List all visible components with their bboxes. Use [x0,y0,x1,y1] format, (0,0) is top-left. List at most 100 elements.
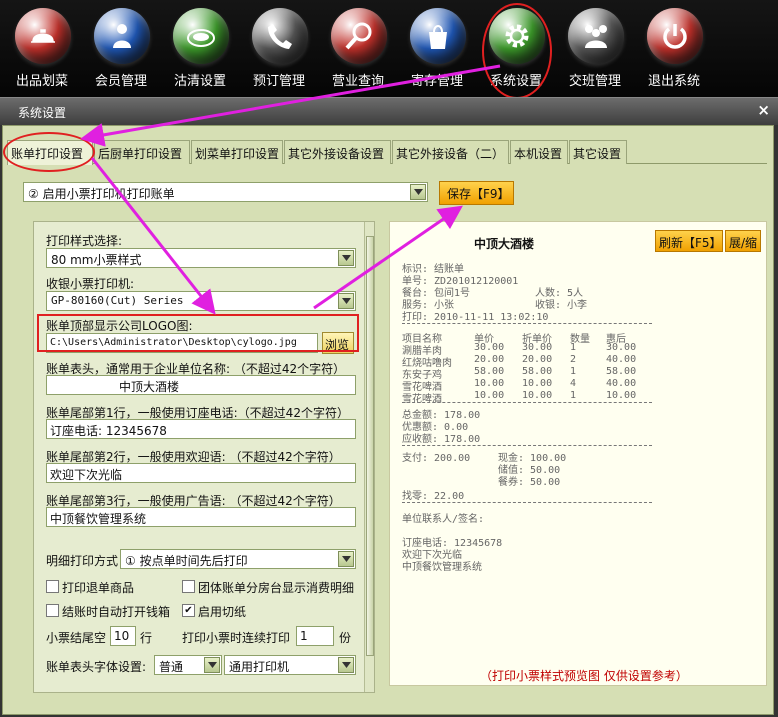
toolbar-button-label: 出品划菜 [15,74,68,89]
chevron-down-icon [338,293,354,309]
tab-bill-print[interactable]: 账单打印设置 [7,140,93,165]
font-printer-select[interactable]: 通用打印机 [224,655,356,675]
printer-select-value: GP-80160(Cut) Series [51,294,184,307]
receipt-item-cell: 30.00 [522,342,553,353]
receipt-item-cell: 10.00 [522,378,553,389]
receipt-item-cell: 2 [570,354,577,365]
return-items-label: 打印退单商品 [62,581,135,595]
toolbar-button[interactable]: 出品划菜 [4,0,80,97]
toolbar-button[interactable]: 交班管理 [557,0,633,97]
tab-kitchen-print[interactable]: 后厨单打印设置 [94,140,190,164]
bag-icon [410,8,466,64]
receipt-item-cell: 1 [570,342,577,353]
blank-lines-unit: 行 [140,631,153,645]
chevron-down-icon [338,657,354,673]
plate-icon [173,8,229,64]
group-bill-label: 团体账单分房台显示消费明细 [198,581,355,595]
toolbar-button[interactable]: 寄存管理 [399,0,475,97]
cloche-icon [15,8,71,64]
copies-unit: 份 [339,631,352,645]
save-button[interactable]: 保存【F9】 [439,181,514,205]
open-drawer-checkbox[interactable] [46,604,59,617]
receipt-change: 找零: 22.00 [402,491,465,502]
tab-other[interactable]: 其它设置 [569,140,627,164]
tab-local[interactable]: 本机设置 [510,140,568,164]
close-icon[interactable]: × [757,101,770,119]
footer3-input[interactable]: 中顶餐饮管理系统 [46,507,356,527]
style-select[interactable]: 80 mm小票样式 [46,248,356,268]
receipt-item-cell: 40.00 [606,378,637,389]
receipt-item-cell: 4 [570,378,577,389]
divider [402,402,652,403]
tab-dish-print[interactable]: 划菜单打印设置 [191,140,283,164]
scrollbar-thumb[interactable] [366,236,374,656]
footer1-input[interactable]: 订座电话: 12345678 [46,419,356,439]
receipt-item-cell: 40.00 [606,354,637,365]
group-bill-checkbox[interactable] [182,580,195,593]
toolbar-button[interactable]: 预订管理 [241,0,317,97]
receipt-print-time: 打印: 2010-11-11 13:02:10 [402,312,549,323]
toolbar-button[interactable]: 会员管理 [83,0,159,97]
window-titlebar: 系统设置 × [0,97,778,125]
expand-button[interactable]: 展/缩 [725,230,761,252]
logo-label: 账单顶部显示公司LOGO图: [46,319,193,333]
open-drawer-label: 结账时自动打开钱箱 [62,605,171,619]
font-style-value: 普通 [159,660,184,674]
divider [402,502,652,503]
chevron-down-icon [338,551,354,567]
toolbar-button[interactable]: 营业查询 [320,0,396,97]
magnifier-icon [331,8,387,64]
vertical-scrollbar[interactable] [364,222,374,692]
cut-paper-label: 启用切纸 [198,605,247,619]
receipt-item-cell: 10.00 [474,378,505,389]
font-style-select[interactable]: 普通 [154,655,222,675]
person-icon [94,8,150,64]
window-title: 系统设置 [18,106,67,120]
browse-button[interactable]: 浏览 [322,332,354,354]
receipt-item-cell: 10.00 [606,390,637,401]
blank-lines-input[interactable]: 10 [110,626,136,646]
logo-path-input[interactable]: C:\Users\Administrator\Desktop\cylogo.jp… [46,333,318,353]
cut-paper-checkbox[interactable]: ✔ [182,604,195,617]
tab-strip: 账单打印设置 后厨单打印设置 划菜单打印设置 其它外接设备设置 其它外接设备（二… [7,140,767,165]
header-input[interactable]: 中顶大酒楼 [46,375,356,395]
toolbar-button-label: 沽清设置 [173,74,226,89]
detail-label: 明细打印方式 [46,554,119,568]
preview-note: （打印小票样式预览图 仅供设置参考） [480,669,688,683]
font-label: 账单表头字体设置: [46,660,147,674]
detail-select-value: ① 按点单时间先后打印 [125,554,248,568]
receipt-item-cell: 1 [570,390,577,401]
font-printer-value: 通用打印机 [229,660,290,674]
receipt-item-cell: 30.00 [606,342,637,353]
footer2-input[interactable]: 欢迎下次光临 [46,463,356,483]
receipt-signature: 单位联系人/签名: [402,514,485,525]
toolbar-button[interactable]: 沽清设置 [162,0,238,97]
detail-select[interactable]: ① 按点单时间先后打印 [120,549,356,569]
chevron-down-icon [204,657,220,673]
toolbar-button-label: 寄存管理 [410,74,463,89]
printer-select[interactable]: GP-80160(Cut) Series [46,291,356,311]
style-select-value: 80 mm小票样式 [51,253,142,267]
refresh-button[interactable]: 刷新【F5】 [655,230,723,252]
receipt-paid: 支付: 200.00 [402,453,471,464]
settings-form-panel: 打印样式选择: 80 mm小票样式 收银小票打印机: GP-80160(Cut)… [33,221,375,693]
toolbar-button-label: 会员管理 [94,74,147,89]
main-toolbar: 出品划菜 会员管理 沽清设置 预订管理 营业查询 寄存管理 系统设置 交班管理 退出系统 [0,0,778,97]
toolbar-button[interactable]: 系统设置 [478,0,554,97]
tab-external-devices-2[interactable]: 其它外接设备（二） [392,140,509,164]
receipt-item-cell: 10.00 [474,390,505,401]
receipt-item-cell: 20.00 [474,354,505,365]
print-mode-value: ② 启用小票打印机打印账单 [28,187,175,201]
toolbar-button-label: 营业查询 [331,74,384,89]
receipt-receivable: 应收额: 178.00 [402,434,481,445]
return-items-checkbox[interactable] [46,580,59,593]
chevron-down-icon [338,250,354,266]
tab-external-devices[interactable]: 其它外接设备设置 [284,140,391,164]
copies-input[interactable]: 1 [296,626,334,646]
toolbar-button[interactable]: 退出系统 [636,0,712,97]
window-client: 账单打印设置 后厨单打印设置 划菜单打印设置 其它外接设备设置 其它外接设备（二… [2,125,774,715]
print-mode-select[interactable]: ② 启用小票打印机打印账单 [23,182,428,202]
receipt-footer-3: 中顶餐饮管理系统 [402,562,482,573]
receipt-item-cell: 1 [570,366,577,377]
receipt-item-cell: 58.00 [522,366,553,377]
